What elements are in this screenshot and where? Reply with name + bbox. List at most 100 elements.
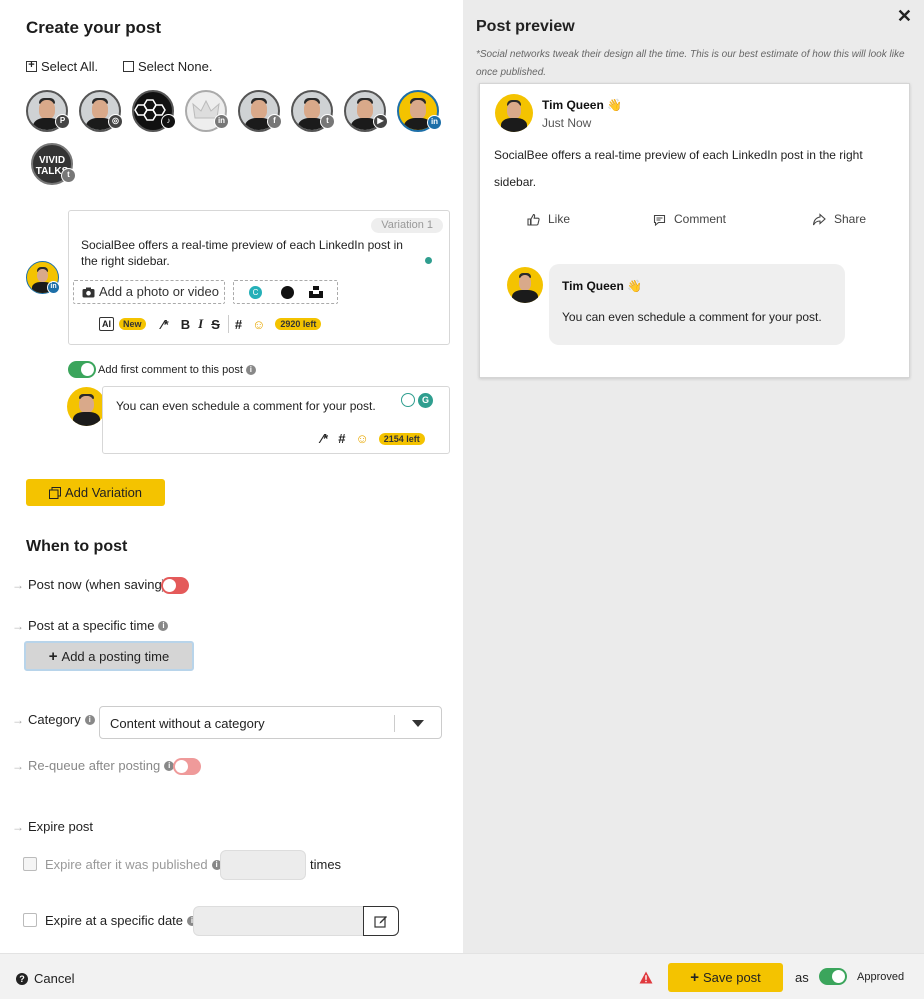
facebook-icon: f bbox=[267, 114, 282, 129]
approved-label: Approved bbox=[857, 971, 905, 983]
category-select[interactable]: Content without a category bbox=[99, 706, 442, 739]
instagram-icon: ◎ bbox=[108, 114, 123, 129]
cancel-label: Cancel bbox=[34, 971, 75, 986]
twitter-icon: t bbox=[320, 114, 335, 129]
category-value: Content without a category bbox=[110, 716, 265, 731]
avatar bbox=[495, 94, 533, 132]
cancel-button[interactable]: ? Cancel bbox=[16, 971, 74, 986]
requeue-toggle[interactable] bbox=[173, 758, 201, 775]
category-row: → Category i bbox=[12, 712, 95, 727]
post-timestamp: Just Now bbox=[542, 116, 592, 130]
times-label: times bbox=[310, 857, 342, 872]
arrow-right-icon: → bbox=[12, 712, 24, 727]
linkedin-icon: in bbox=[47, 281, 60, 294]
author-name-row: Tim Queen 👋 bbox=[542, 98, 622, 112]
variation-badge: Variation 1 bbox=[371, 218, 443, 233]
avatar bbox=[507, 267, 543, 303]
add-media-button[interactable]: Add a photo or video bbox=[73, 280, 225, 304]
expire-row: → Expire post bbox=[12, 819, 93, 834]
preview-title: Post preview bbox=[476, 18, 575, 35]
select-all-button[interactable]: Select All. bbox=[26, 59, 98, 74]
comment-author-row: Tim Queen 👋 bbox=[562, 279, 642, 293]
first-comment-toggle[interactable] bbox=[68, 361, 96, 378]
unsplash-icon[interactable] bbox=[309, 285, 323, 299]
linkedin-icon: in bbox=[427, 115, 442, 130]
post-text[interactable]: SocialBee offers a real-time preview of … bbox=[81, 237, 421, 269]
post-now-label: Post now (when saving) bbox=[28, 577, 167, 592]
first-comment-row: Add first comment to this post i bbox=[98, 364, 256, 376]
pencil-square-icon bbox=[374, 916, 387, 928]
add-variation-button[interactable]: Add Variation bbox=[26, 479, 165, 506]
bold-button[interactable]: B bbox=[181, 317, 190, 332]
plus-icon: + bbox=[48, 647, 58, 665]
emoji-icon[interactable]: ☺ bbox=[252, 317, 265, 332]
expire-after-checkbox[interactable] bbox=[23, 857, 37, 871]
chevron-down-icon bbox=[412, 720, 424, 727]
italic-button[interactable]: I bbox=[198, 316, 203, 332]
camera-icon bbox=[82, 287, 95, 297]
plus-icon: + bbox=[690, 969, 699, 986]
comment-text[interactable]: You can even schedule a comment for your… bbox=[116, 399, 376, 413]
info-icon[interactable]: i bbox=[158, 620, 169, 631]
char-count-badge: 2154 left bbox=[378, 432, 425, 445]
comment-bubble: Tim Queen 👋 You can even schedule a comm… bbox=[549, 264, 845, 345]
editor-toolbar: AI New ⁄* B I S # ☺ 2920 left bbox=[99, 315, 322, 333]
warning-icon[interactable] bbox=[639, 971, 653, 984]
strikethrough-button[interactable]: S bbox=[211, 317, 220, 332]
add-media-label: Add a photo or video bbox=[99, 284, 219, 299]
close-icon[interactable]: ✕ bbox=[897, 6, 912, 27]
comment-body: You can even schedule a comment for your… bbox=[562, 310, 822, 324]
comment-author: Tim Queen bbox=[562, 279, 624, 293]
first-comment-label: Add first comment to this post bbox=[98, 364, 243, 376]
youtube-icon: ▶ bbox=[373, 114, 388, 129]
select-none-button[interactable]: Select None. bbox=[123, 59, 212, 74]
emoji-icon[interactable]: ☺ bbox=[355, 431, 368, 446]
empty-square-icon bbox=[123, 61, 134, 72]
lightbulb-icon[interactable] bbox=[401, 393, 415, 407]
save-post-button[interactable]: + Save post bbox=[668, 963, 783, 992]
expire-times-input[interactable] bbox=[220, 850, 306, 880]
expire-date-checkbox[interactable] bbox=[23, 913, 37, 927]
linkedin-icon: in bbox=[214, 114, 229, 129]
info-icon[interactable]: i bbox=[84, 714, 95, 725]
expire-date-input[interactable] bbox=[193, 906, 365, 936]
magic-wand-icon[interactable]: ⁄* bbox=[162, 317, 169, 332]
arrow-right-icon: → bbox=[12, 819, 24, 834]
preview-note: *Social networks tweak their design all … bbox=[476, 49, 905, 78]
expire-label: Expire post bbox=[28, 819, 94, 834]
approved-toggle[interactable] bbox=[819, 968, 847, 985]
expire-date-row: Expire at a specific date i bbox=[45, 913, 198, 928]
add-posting-time-button[interactable]: + Add a posting time bbox=[24, 641, 194, 671]
info-icon[interactable]: i bbox=[245, 365, 256, 375]
page-title: Create your post bbox=[26, 18, 162, 37]
section-title: When to post bbox=[26, 538, 128, 555]
arrow-right-icon: → bbox=[12, 758, 24, 773]
twitter-icon: t bbox=[61, 168, 76, 183]
char-count-badge: 2920 left bbox=[275, 318, 322, 330]
canva-icon[interactable]: C bbox=[249, 286, 262, 299]
select-none-label: Select None. bbox=[138, 59, 213, 74]
first-comment-editor[interactable]: You can even schedule a comment for your… bbox=[102, 386, 450, 454]
edit-date-button[interactable] bbox=[363, 906, 399, 936]
avatar bbox=[67, 387, 106, 426]
comment-action[interactable]: Comment bbox=[653, 212, 726, 226]
save-post-label: Save post bbox=[702, 970, 761, 985]
requeue-row: → Re-queue after posting i bbox=[12, 758, 175, 773]
post-body: SocialBee offers a real-time preview of … bbox=[494, 148, 863, 189]
like-action[interactable]: Like bbox=[527, 212, 570, 226]
grammarly-icon[interactable]: G bbox=[418, 393, 433, 408]
copy-icon bbox=[48, 486, 61, 499]
wave-emoji: 👋 bbox=[607, 98, 623, 112]
share-action[interactable]: Share bbox=[812, 212, 866, 226]
hashtag-icon[interactable]: # bbox=[338, 431, 345, 446]
expire-after-label: Expire after it was published bbox=[45, 857, 208, 872]
wave-emoji: 👋 bbox=[627, 279, 643, 293]
magic-wand-icon[interactable]: ⁄* bbox=[321, 431, 328, 446]
hashtag-icon[interactable]: # bbox=[235, 317, 242, 332]
ai-chip-icon[interactable]: AI bbox=[99, 317, 114, 331]
giphy-icon[interactable] bbox=[281, 286, 294, 299]
linkedin-post-preview: Tim Queen 👋 Just Now SocialBee offers a … bbox=[479, 83, 910, 378]
post-now-toggle[interactable] bbox=[161, 577, 189, 594]
post-now-row: → Post now (when saving) bbox=[12, 577, 166, 592]
post-editor[interactable]: Variation 1 SocialBee offers a real-time… bbox=[68, 210, 450, 345]
